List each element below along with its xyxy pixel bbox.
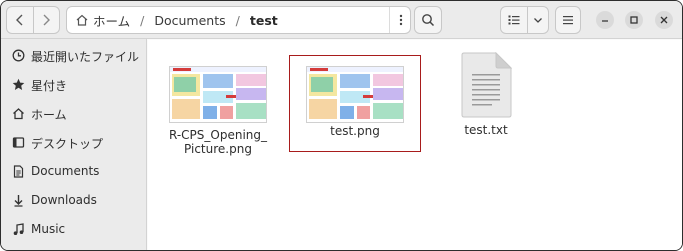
header-bar: ホーム / Documents / test (1, 1, 682, 39)
file-name: test.txt (464, 123, 508, 137)
path-current-folder[interactable]: test (250, 13, 278, 28)
desktop-icon (11, 135, 25, 149)
image-thumbnail (169, 66, 267, 123)
sidebar-item-label: 最近開いたファイル (31, 50, 140, 64)
file-name: R-CPS_Opening_ Picture.png (160, 128, 276, 156)
file-name: test.png (330, 124, 380, 138)
clock-icon (11, 48, 25, 62)
search-button[interactable] (414, 6, 442, 34)
view-dropdown-button[interactable] (527, 7, 548, 33)
back-button[interactable] (7, 7, 33, 33)
path-documents[interactable]: Documents (154, 13, 225, 28)
sidebar-item-label: デスクトップ (31, 137, 104, 151)
path-separator: / (235, 12, 240, 28)
view-options (500, 6, 549, 34)
sidebar-item-music[interactable]: Music (1, 215, 147, 243)
close-icon (660, 16, 668, 24)
sidebar: 最近開いたファイル 星付き ホーム デスクトップ Documents Downl… (1, 39, 147, 250)
chevron-down-icon (534, 18, 543, 23)
sidebar-item-label: Documents (31, 164, 100, 178)
chevron-right-icon (43, 14, 51, 26)
chevron-left-icon (15, 14, 23, 26)
document-icon (11, 164, 25, 178)
maximize-button[interactable] (625, 11, 643, 29)
main-menu-button[interactable] (555, 6, 581, 34)
file-item[interactable]: test.txt (440, 52, 530, 142)
path-menu-button[interactable] (389, 7, 411, 33)
sidebar-item-label: Music (31, 222, 66, 236)
maximize-icon (630, 16, 638, 24)
path-home[interactable]: ホーム (93, 11, 130, 30)
location-path-bar: ホーム / Documents / test (66, 6, 411, 34)
file-grid: R-CPS_Opening_ Picture.png test.png test… (148, 40, 682, 250)
sidebar-item-documents[interactable]: Documents (1, 157, 147, 185)
file-item[interactable]: R-CPS_Opening_ Picture.png (160, 60, 276, 156)
star-icon (11, 77, 25, 91)
hamburger-menu-icon (563, 16, 573, 25)
download-icon (11, 193, 25, 207)
file-name-line: Picture.png (184, 142, 252, 156)
path-separator: / (140, 12, 145, 28)
sidebar-item-recent[interactable]: 最近開いたファイル (1, 41, 147, 69)
search-icon (422, 14, 435, 27)
file-item-selected[interactable]: test.png (289, 55, 421, 152)
list-view-button[interactable] (501, 7, 527, 33)
sidebar-item-desktop[interactable]: デスクトップ (1, 128, 147, 156)
music-icon (11, 222, 25, 236)
navigation-buttons (6, 6, 60, 34)
home-icon (11, 106, 25, 120)
sidebar-item-starred[interactable]: 星付き (1, 70, 147, 98)
home-icon (76, 14, 88, 26)
image-thumbnail (306, 66, 404, 123)
forward-button[interactable] (32, 7, 59, 33)
more-vertical-icon (399, 14, 402, 26)
minimize-icon (602, 20, 608, 22)
sidebar-item-home[interactable]: ホーム (1, 99, 147, 127)
file-name-line: R-CPS_Opening_ (168, 128, 268, 142)
sidebar-item-downloads[interactable]: Downloads (1, 186, 147, 214)
text-file-icon (461, 52, 512, 118)
sidebar-item-label: 星付き (31, 79, 68, 93)
minimize-button[interactable] (596, 11, 614, 29)
sidebar-item-label: ホーム (31, 108, 67, 122)
file-manager-window: ホーム / Documents / test 最近開いたファイル 星付き ホーム… (0, 0, 683, 251)
list-view-icon (508, 15, 520, 25)
close-button[interactable] (655, 11, 673, 29)
sidebar-item-label: Downloads (31, 193, 97, 207)
